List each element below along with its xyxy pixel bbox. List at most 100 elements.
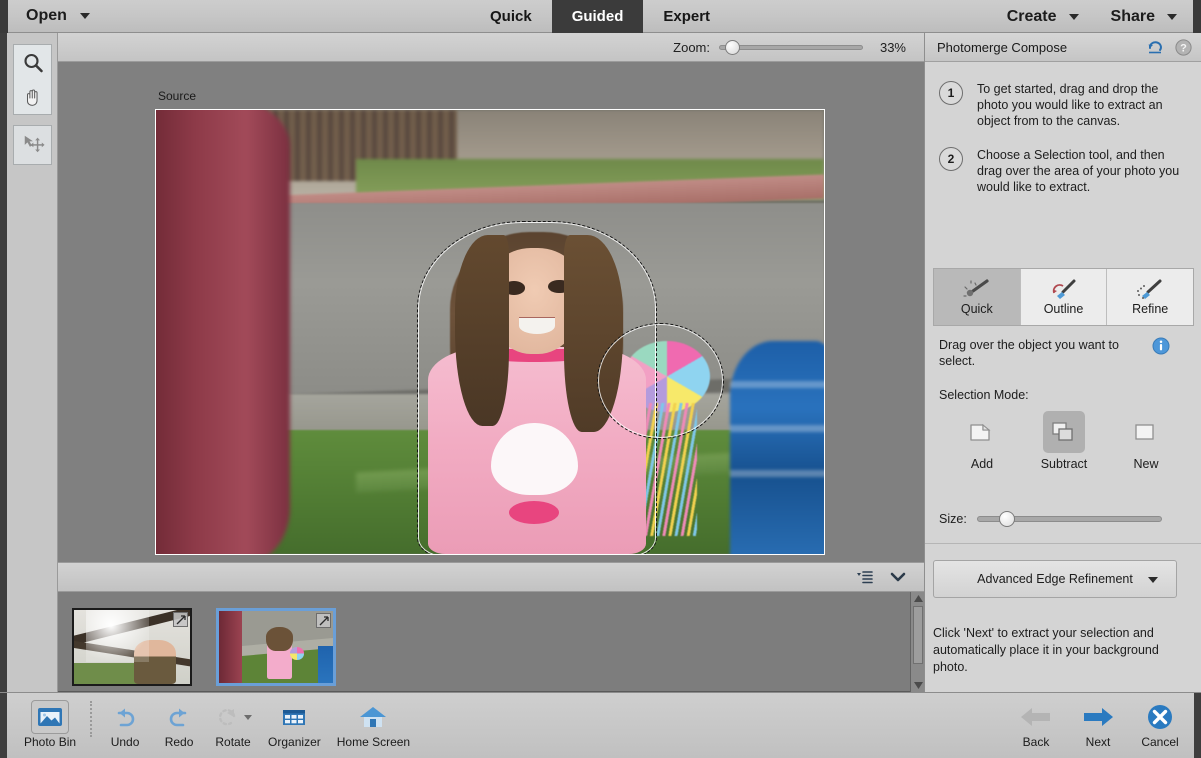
zoom-value: 33% — [872, 40, 906, 55]
photo-bin-button[interactable]: Photo Bin — [16, 697, 84, 752]
window-edge-bottom-left — [0, 693, 7, 758]
photo-thumbnail-2[interactable] — [216, 608, 336, 686]
redo-button-label: Redo — [165, 735, 194, 749]
scene-girl-subject — [423, 225, 650, 554]
rotate-button-label: Rotate — [215, 735, 250, 749]
hand-tool[interactable] — [14, 80, 51, 115]
left-toolbar — [0, 33, 58, 692]
next-button[interactable]: Next — [1071, 697, 1125, 752]
size-slider[interactable] — [977, 511, 1162, 527]
advanced-edge-refinement-label: Advanced Edge Refinement — [977, 572, 1133, 586]
selection-mode-label: Selection Mode: — [939, 388, 1029, 402]
zoom-tool[interactable] — [14, 45, 51, 80]
photo-bin-bar — [58, 562, 924, 592]
organizer-button-label: Organizer — [268, 735, 321, 749]
selection-mode-add-label: Add — [971, 457, 993, 471]
mode-tabs: Quick Guided Expert — [470, 0, 730, 33]
tool-tab-quick[interactable]: Quick — [934, 269, 1021, 325]
undo-button[interactable]: Undo — [98, 697, 152, 752]
size-slider-handle[interactable] — [999, 511, 1015, 527]
selection-mode-subtract-label: Subtract — [1041, 457, 1088, 471]
cancel-button[interactable]: Cancel — [1133, 697, 1187, 752]
photo-thumbnail-1[interactable] — [72, 608, 192, 686]
scrollbar-thumb[interactable] — [913, 606, 923, 664]
window-edge-right — [1193, 0, 1201, 33]
redo-arrow-icon — [164, 705, 194, 729]
zoom-label: Zoom: — [673, 40, 710, 55]
zoom-slider-handle[interactable] — [725, 40, 740, 55]
back-button[interactable]: Back — [1009, 697, 1063, 752]
home-icon — [358, 705, 388, 729]
open-button[interactable]: Open — [8, 0, 102, 33]
selection-mode-new-label: New — [1133, 457, 1158, 471]
photo-bin-button-label: Photo Bin — [24, 735, 76, 749]
window-edge-left — [0, 0, 8, 33]
move-tool[interactable] — [14, 126, 51, 161]
source-photo[interactable] — [155, 109, 825, 555]
rotate-icon — [214, 705, 242, 729]
magnifier-icon — [22, 52, 44, 74]
bottom-right-actions: Back Next Cancel — [1009, 697, 1187, 752]
panel-footer-text: Click 'Next' to extract your selection a… — [933, 625, 1191, 676]
selection-mode-new[interactable]: New — [1105, 411, 1187, 471]
rotate-button[interactable]: Rotate — [206, 697, 260, 752]
selection-mode-group: Add Subtract — [941, 411, 1191, 471]
scroll-up-arrow[interactable] — [911, 592, 925, 605]
chevron-down-icon[interactable] — [890, 571, 906, 583]
right-menu-group: Create Share — [991, 0, 1201, 33]
photoshop-elements-window: Open Quick Guided Expert Create Share — [0, 0, 1201, 758]
arrow-right-icon — [1081, 704, 1115, 730]
canvas-area[interactable]: Source — [58, 62, 924, 562]
chevron-down-icon — [244, 715, 252, 720]
photo-bin-icon — [36, 705, 64, 729]
selection-mode-subtract[interactable]: Subtract — [1023, 411, 1105, 471]
tab-quick-label: Quick — [490, 8, 532, 25]
subtract-selection-icon — [1049, 418, 1079, 446]
info-icon[interactable] — [1152, 337, 1170, 360]
list-options-icon[interactable] — [857, 570, 874, 584]
selection-mode-add[interactable]: Add — [941, 411, 1023, 471]
hint-text: Drag over the object you want to select. — [939, 337, 1144, 369]
panel-divider — [925, 543, 1201, 544]
photo-scene — [156, 110, 824, 554]
tab-quick[interactable]: Quick — [470, 0, 552, 33]
create-menu[interactable]: Create — [991, 0, 1095, 33]
organizer-button[interactable]: Organizer — [260, 697, 329, 752]
undo-reset-icon[interactable] — [1147, 39, 1165, 55]
undo-button-label: Undo — [111, 735, 140, 749]
outline-brush-icon — [1049, 278, 1079, 300]
tab-guided[interactable]: Guided — [552, 0, 644, 33]
quick-selection-wand-icon — [962, 278, 992, 300]
next-button-label: Next — [1086, 735, 1111, 749]
cancel-circle-icon — [1146, 703, 1174, 731]
step-number: 1 — [939, 81, 963, 105]
step-text: Choose a Selection tool, and then drag o… — [977, 147, 1188, 195]
expand-corner-icon[interactable] — [173, 612, 188, 627]
window-edge-bottom-right — [1194, 693, 1201, 758]
zoom-slider[interactable] — [719, 40, 863, 54]
tab-expert[interactable]: Expert — [643, 0, 730, 33]
share-menu[interactable]: Share — [1095, 0, 1193, 33]
source-label: Source — [158, 89, 196, 103]
redo-button[interactable]: Redo — [152, 697, 206, 752]
scroll-down-arrow[interactable] — [911, 679, 925, 692]
advanced-edge-refinement-button[interactable]: Advanced Edge Refinement — [933, 560, 1177, 598]
svg-text:?: ? — [1180, 42, 1187, 54]
photo-bin-scrollbar[interactable] — [910, 592, 924, 692]
home-screen-button-label: Home Screen — [337, 735, 410, 749]
undo-arrow-icon — [110, 705, 140, 729]
hint-row: Drag over the object you want to select. — [939, 337, 1189, 369]
tool-tab-refine[interactable]: Refine — [1107, 269, 1193, 325]
panel-body: 1 To get started, drag and drop the phot… — [925, 63, 1201, 692]
tool-tab-outline[interactable]: Outline — [1021, 269, 1108, 325]
open-button-label: Open — [26, 7, 67, 25]
instruction-step-1: 1 To get started, drag and drop the phot… — [925, 81, 1201, 129]
brush-size-row: Size: — [939, 511, 1189, 527]
expand-corner-icon[interactable] — [316, 613, 331, 628]
help-icon[interactable]: ? — [1175, 39, 1192, 56]
chevron-down-icon — [1167, 14, 1177, 20]
step-text: To get started, drag and drop the photo … — [977, 81, 1188, 129]
size-label: Size: — [939, 512, 967, 526]
instruction-step-2: 2 Choose a Selection tool, and then drag… — [925, 147, 1201, 195]
home-screen-button[interactable]: Home Screen — [329, 697, 418, 752]
